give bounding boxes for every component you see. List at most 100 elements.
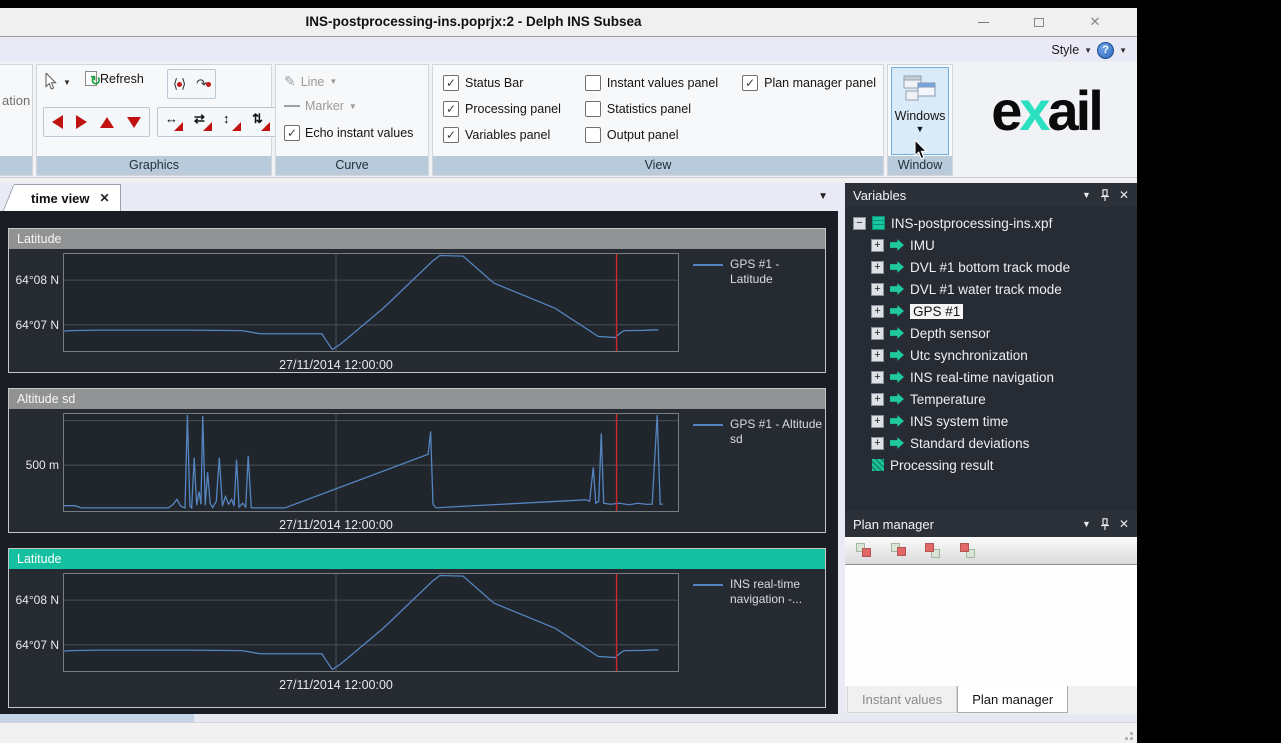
tree-item-gps-1[interactable]: + GPS #1: [845, 300, 1137, 322]
expander-icon[interactable]: +: [871, 349, 884, 362]
minimize-button[interactable]: [955, 8, 1011, 36]
tree-item-label[interactable]: Temperature: [910, 392, 986, 407]
pointer-tool-button[interactable]: ▼: [45, 73, 71, 91]
view-option-output-panel[interactable]: Output panel: [585, 127, 718, 143]
zoom-x-in-icon[interactable]: ⇄: [193, 112, 213, 132]
expander-icon[interactable]: +: [871, 261, 884, 274]
expander-icon[interactable]: +: [871, 371, 884, 384]
tree-item-label[interactable]: INS-postprocessing-ins.xpf: [891, 216, 1052, 231]
pin-icon[interactable]: [1100, 189, 1110, 201]
line-style-button[interactable]: ✎ Line ▼: [284, 73, 337, 90]
plot-area[interactable]: [63, 253, 679, 352]
chart-canvas[interactable]: [64, 574, 678, 671]
chart-title-bar-selected[interactable]: Latitude: [9, 549, 825, 569]
plan-manager-list[interactable]: [845, 565, 1137, 686]
zoom-x-out-icon[interactable]: ↔: [164, 112, 184, 132]
echo-instant-values-option[interactable]: Echo instant values: [284, 125, 413, 141]
zoom-y-in-icon[interactable]: ⇅: [251, 112, 271, 132]
titlebar[interactable]: INS-postprocessing-ins.poprjx:2 - Delph …: [0, 8, 1137, 36]
processing-panel-checkbox[interactable]: [443, 101, 459, 117]
tree-item-processing-result[interactable]: Processing result: [845, 454, 1137, 476]
tree-item-dvl-1-water-track-mode[interactable]: +DVL #1 water track mode: [845, 278, 1137, 300]
plan-manager-header[interactable]: Plan manager ▼ ✕: [845, 511, 1137, 537]
expander-icon[interactable]: +: [871, 327, 884, 340]
expander-icon[interactable]: +: [871, 283, 884, 296]
expander-icon[interactable]: +: [871, 393, 884, 406]
plan-remove-icon[interactable]: [923, 542, 943, 560]
pan-down-icon[interactable]: [127, 117, 141, 128]
pan-left-icon[interactable]: [52, 115, 63, 129]
expander-icon[interactable]: +: [871, 415, 884, 428]
plot-area[interactable]: [63, 413, 679, 512]
chart-canvas[interactable]: [64, 414, 678, 511]
style-dropdown-icon[interactable]: ▼: [1084, 46, 1092, 55]
tab-list-dropdown-icon[interactable]: ▼: [818, 191, 828, 202]
tree-item-dvl-1-bottom-track-mode[interactable]: + DVL #1 bottom track mode: [845, 256, 1137, 278]
expander-icon[interactable]: +: [871, 437, 884, 450]
expander-icon[interactable]: +: [871, 239, 884, 252]
tree-item-label[interactable]: Depth sensor: [910, 326, 990, 341]
view-option-statistics-panel[interactable]: Statistics panel: [585, 101, 718, 117]
close-button[interactable]: ✕: [1067, 8, 1123, 36]
output-panel-checkbox[interactable]: [585, 127, 601, 143]
tree-item-label[interactable]: INS system time: [910, 414, 1008, 429]
plan-clear-icon[interactable]: [957, 542, 977, 560]
maximize-button[interactable]: [1011, 8, 1067, 36]
view-option-processing-panel[interactable]: Processing panel: [443, 101, 561, 117]
panel-close-icon[interactable]: ✕: [1119, 188, 1129, 202]
tree-item-label[interactable]: GPS #1: [910, 304, 963, 319]
tab-instant-values[interactable]: Instant values: [847, 686, 957, 713]
zoom-region-icon[interactable]: ⟨⟩: [173, 76, 186, 92]
pan-right-icon[interactable]: [76, 115, 87, 129]
tree-item-label[interactable]: Utc synchronization: [910, 348, 1028, 363]
tree-item-imu[interactable]: + IMU: [845, 234, 1137, 256]
help-icon[interactable]: ?: [1097, 42, 1114, 59]
plan-insert-icon[interactable]: [889, 542, 909, 560]
pan-up-icon[interactable]: [100, 117, 114, 128]
expander-icon[interactable]: −: [853, 217, 866, 230]
expander-icon[interactable]: +: [871, 305, 884, 318]
variables-panel-checkbox[interactable]: [443, 127, 459, 143]
tree-item-standard-deviations[interactable]: + Standard deviations: [845, 432, 1137, 454]
tree-item-label[interactable]: Processing result: [890, 458, 994, 473]
view-option-status-bar[interactable]: Status Bar: [443, 75, 561, 91]
tree-item-label[interactable]: Standard deviations: [910, 436, 1029, 451]
chart-canvas[interactable]: [64, 254, 678, 351]
echo-instant-values-checkbox[interactable]: [284, 125, 300, 141]
refresh-button[interactable]: ↻ Refresh: [85, 71, 144, 86]
resize-grip[interactable]: [1124, 731, 1133, 740]
tab-close-icon[interactable]: ✕: [100, 191, 110, 205]
instant-values-panel-checkbox[interactable]: [585, 75, 601, 91]
view-option-variables-panel[interactable]: Variables panel: [443, 127, 561, 143]
tree-item-temperature[interactable]: + Temperature: [845, 388, 1137, 410]
plan-manager-panel-checkbox[interactable]: [742, 75, 758, 91]
panel-close-icon[interactable]: ✕: [1119, 517, 1129, 531]
tree-item-ins-postprocessing-ins-xpf[interactable]: − INS-postprocessing-ins.xpf: [845, 212, 1137, 234]
scrollbar-thumb[interactable]: [0, 714, 194, 722]
chart-title-bar[interactable]: Latitude: [9, 229, 825, 249]
tab-time-view[interactable]: time view ✕: [14, 184, 121, 211]
variables-panel-header[interactable]: Variables ▼ ✕: [845, 183, 1137, 207]
style-menu[interactable]: Style: [1051, 43, 1079, 57]
status-bar-checkbox[interactable]: [443, 75, 459, 91]
dock-splitter[interactable]: [838, 183, 845, 714]
panel-menu-icon[interactable]: ▼: [1082, 519, 1091, 529]
view-option-plan-manager-panel[interactable]: Plan manager panel: [742, 75, 876, 91]
view-option-instant-values-panel[interactable]: Instant values panel: [585, 75, 718, 91]
plan-add-icon[interactable]: [855, 542, 875, 560]
tree-item-label[interactable]: DVL #1 bottom track mode: [910, 260, 1070, 275]
marker-style-button[interactable]: Marker ▼: [284, 99, 357, 113]
chart-title-bar[interactable]: Altitude sd: [9, 389, 825, 409]
tree-item-ins-system-time[interactable]: + INS system time: [845, 410, 1137, 432]
tree-item-label[interactable]: IMU: [910, 238, 935, 253]
tree-item-utc-synchronization[interactable]: + Utc synchronization: [845, 344, 1137, 366]
tree-item-depth-sensor[interactable]: + Depth sensor: [845, 322, 1137, 344]
help-dropdown-icon[interactable]: ▼: [1119, 46, 1127, 55]
tab-plan-manager[interactable]: Plan manager: [957, 686, 1068, 713]
zoom-y-out-icon[interactable]: ↕: [222, 112, 242, 132]
zoom-lasso-icon[interactable]: ↷: [196, 76, 210, 92]
plot-area[interactable]: [63, 573, 679, 672]
tree-item-label[interactable]: INS real-time navigation: [910, 370, 1054, 385]
statistics-panel-checkbox[interactable]: [585, 101, 601, 117]
panel-menu-icon[interactable]: ▼: [1082, 190, 1091, 200]
